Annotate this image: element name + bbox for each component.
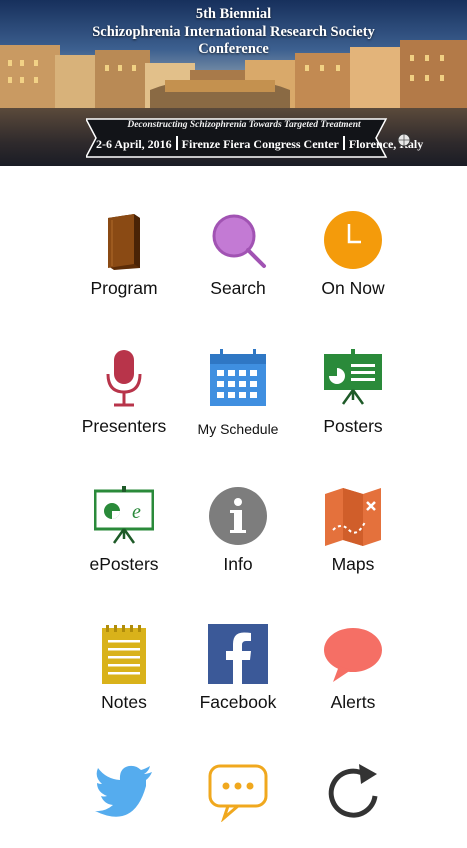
globe-icon xyxy=(397,133,411,147)
conference-dates: 2-6 April, 2016 xyxy=(96,137,172,151)
conference-title: 5th Biennial Schizophrenia International… xyxy=(92,6,375,57)
speech-bubble-icon xyxy=(324,628,382,682)
menu-item-alerts[interactable]: Alerts xyxy=(275,580,431,712)
refresh-icon xyxy=(328,764,378,818)
menu-label-on-now: On Now xyxy=(321,278,385,298)
menu-item-posters[interactable]: Posters xyxy=(275,304,431,436)
conference-tagline: Deconstructing Schizophrenia Towards Tar… xyxy=(127,120,361,130)
menu-item-maps[interactable]: Maps xyxy=(275,442,431,574)
facebook-icon xyxy=(208,624,268,684)
svg-text:e: e xyxy=(132,501,141,523)
divider xyxy=(175,136,178,150)
menu-label-maps: Maps xyxy=(331,554,375,574)
calendar-icon xyxy=(210,349,266,406)
info-icon xyxy=(209,487,267,545)
menu-item-on-now[interactable]: On Now xyxy=(275,166,431,298)
conference-venue: Firenze Fiera Congress Center xyxy=(181,137,339,151)
notepad-icon xyxy=(102,625,146,684)
book-icon xyxy=(108,214,140,270)
menu-label-posters: Posters xyxy=(323,416,383,436)
clock-icon xyxy=(324,211,382,269)
magnifier-icon xyxy=(212,214,266,268)
menu-item-refresh[interactable] xyxy=(275,718,431,848)
map-icon xyxy=(325,488,381,546)
poster-board-icon xyxy=(324,349,382,405)
eposter-board-icon: e xyxy=(94,486,154,544)
divider xyxy=(342,136,345,150)
menu-label-alerts: Alerts xyxy=(330,692,376,712)
conference-details: 2-6 April, 2016 Firenze Fiera Congress Ce… xyxy=(96,136,423,152)
microphone-icon xyxy=(106,350,142,407)
conference-city: Florence, Italy xyxy=(348,137,424,151)
twitter-icon xyxy=(95,765,152,817)
conference-banner: 5th Biennial Schizophrenia International… xyxy=(0,0,467,166)
chat-dots-icon xyxy=(208,764,268,822)
